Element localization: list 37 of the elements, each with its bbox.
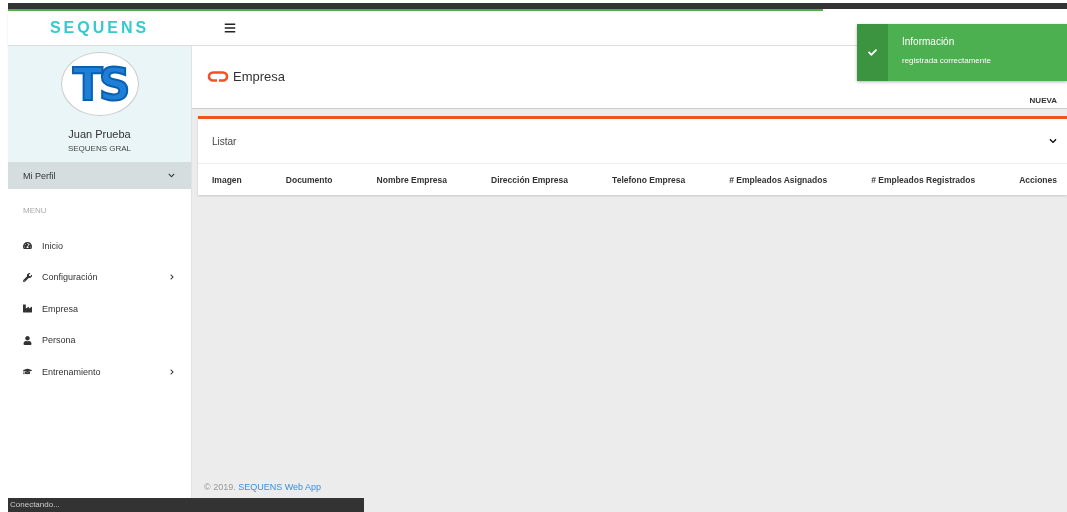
toast-title: Información xyxy=(902,36,956,47)
wrench-icon xyxy=(23,272,32,282)
sidebar-item[interactable]: Inicio xyxy=(8,230,191,262)
sidebar-item[interactable]: Configuración xyxy=(8,261,191,293)
chevron-icon xyxy=(169,274,175,281)
sidebar-item[interactable]: Entrenamiento xyxy=(8,356,191,388)
menu-heading: MENU xyxy=(22,205,48,217)
user-name: Juan Prueba xyxy=(68,128,131,140)
graduation-cap-icon xyxy=(23,367,32,377)
column-header: Imagen xyxy=(212,174,242,185)
chevron-icon xyxy=(169,368,175,375)
sidebar-item[interactable]: Persona xyxy=(8,324,191,356)
link-icon xyxy=(207,70,229,82)
new-button[interactable]: NUEVA xyxy=(1029,96,1057,105)
column-header: Telefono Empresa xyxy=(612,174,686,185)
column-header: Nombre Empresa xyxy=(376,174,447,185)
sidebar-item[interactable]: Empresa xyxy=(8,293,191,325)
menu-icon[interactable] xyxy=(224,22,236,34)
column-header: Documento xyxy=(285,174,333,185)
user-company: SEQUENS GRAL xyxy=(67,144,132,153)
brand-logo: SEQUENS xyxy=(49,19,150,37)
page-title: Empresa xyxy=(233,68,286,84)
avatar: TS xyxy=(60,52,139,116)
toast-message: registrada correctamente xyxy=(902,56,991,65)
chevron-down-icon xyxy=(1049,137,1057,145)
factory-icon xyxy=(23,304,32,314)
panel-header[interactable]: Listar xyxy=(198,119,1067,164)
status-bar: Conectando... xyxy=(8,498,364,512)
column-header: Dirección Empresa xyxy=(491,174,569,185)
check-icon xyxy=(868,48,877,57)
column-header: # Empleados Registrados xyxy=(871,174,976,185)
chevron-down-icon xyxy=(168,172,175,179)
gauge-icon xyxy=(23,241,32,251)
person-icon xyxy=(23,335,32,345)
column-header: # Empleados Asignados xyxy=(729,174,828,185)
profile-menu[interactable]: Mi Perfil xyxy=(8,162,191,189)
column-header: Acciones xyxy=(1019,174,1057,185)
